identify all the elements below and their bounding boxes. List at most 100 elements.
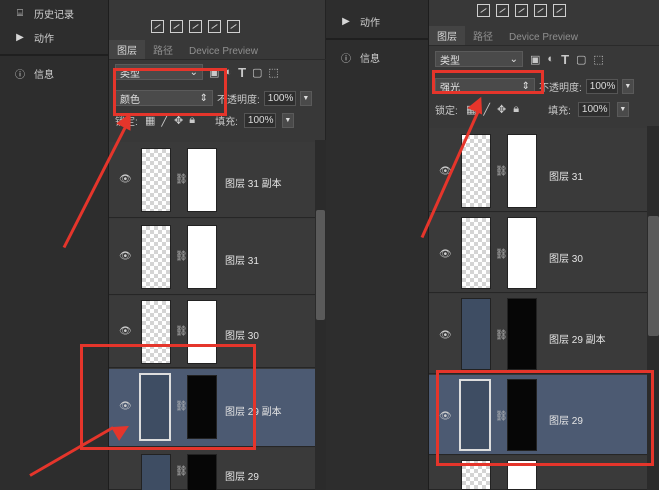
layer-row[interactable]: 👁︎ ⛓ 图层 31 — [429, 128, 647, 212]
sidebar-item-actions[interactable]: ▶ 动作 — [326, 10, 428, 32]
filter-adjust-icon[interactable]: ◐ — [547, 53, 554, 65]
layer-mask-thumbnail — [187, 225, 217, 289]
info-icon: ⓘ — [15, 69, 25, 81]
sidebar-divider — [326, 38, 428, 40]
adjust-icon[interactable] — [208, 20, 221, 33]
move-icon[interactable]: ✥ — [497, 103, 506, 116]
filter-shape-icon[interactable]: ▢ — [576, 53, 586, 66]
kind-filter-label: 类型 — [440, 55, 460, 67]
chevron-down-icon[interactable]: ▼ — [299, 90, 312, 106]
sidebar-item-label: 信息 — [360, 53, 380, 65]
link-icon[interactable]: ⛓ — [495, 249, 508, 260]
layer-row[interactable]: 👁︎ ⛓ 图层 31 — [109, 219, 315, 295]
fill-input[interactable]: 100% — [577, 102, 610, 117]
tab-layers[interactable]: 图层 — [429, 26, 465, 45]
fill-input[interactable]: 100% — [243, 113, 276, 128]
tab-device-preview[interactable]: Device Preview — [181, 44, 266, 59]
filter-shape-icon[interactable]: ▢ — [252, 66, 262, 79]
lock-label: 锁定: — [435, 106, 458, 117]
info-icon: ⓘ — [341, 53, 351, 65]
adjust-icon[interactable] — [553, 4, 566, 17]
layers-scrollbar[interactable] — [315, 140, 326, 490]
kind-filter-row: 类型 ⌄ ▣ ◐ T ▢ ⬚ — [435, 51, 604, 67]
adjust-icon[interactable] — [151, 20, 164, 33]
layer-thumbnail — [141, 225, 171, 289]
layer-name[interactable]: 图层 29 副本 — [549, 331, 606, 346]
layer-name[interactable]: 图层 31 副本 — [225, 175, 282, 190]
link-icon[interactable]: ⛓ — [175, 251, 188, 262]
link-icon[interactable]: ⛓ — [175, 174, 188, 185]
link-icon[interactable]: ⛓ — [495, 166, 508, 177]
sidebar-divider — [0, 54, 108, 56]
adjustment-toolbar — [151, 20, 240, 33]
layer-mask-thumbnail — [507, 217, 537, 289]
layer-name[interactable]: 图层 31 — [225, 252, 259, 267]
tab-device-preview[interactable]: Device Preview — [501, 30, 586, 45]
adjustment-toolbar — [477, 4, 566, 17]
link-icon[interactable]: ⛓ — [495, 330, 508, 341]
layer-thumbnail — [141, 148, 171, 212]
eye-icon[interactable]: 👁︎ — [119, 326, 132, 337]
lock-row: 锁定: ▦ ╱ ✥ 🔒︎ 填充: 100% ▼ — [435, 102, 629, 117]
sidebar-item-info[interactable]: ⓘ 信息 — [0, 62, 108, 84]
chevron-down-icon[interactable]: ▼ — [281, 113, 294, 128]
layer-name[interactable]: 图层 30 — [549, 250, 583, 265]
layer-mask-thumbnail — [507, 298, 537, 370]
annotation-box-selected-layer — [80, 344, 256, 450]
opacity-input[interactable]: 100% — [585, 78, 618, 94]
play-icon: ▶ — [342, 15, 350, 27]
opacity-input[interactable]: 100% — [263, 90, 296, 106]
filter-text-icon[interactable]: T — [561, 52, 569, 67]
history-icon: ⌸ — [17, 7, 23, 19]
sidebar-item-history[interactable]: ⌸ 历史记录 — [0, 2, 108, 24]
tab-layers[interactable]: 图层 — [109, 40, 145, 59]
link-icon[interactable]: ⛓ — [175, 466, 188, 477]
adjust-icon[interactable] — [170, 20, 183, 33]
layer-row[interactable]: 👁︎ ⛓ 图层 31 副本 — [109, 142, 315, 218]
filter-smart-icon[interactable]: ⬚ — [268, 66, 278, 79]
layer-row[interactable]: 👁︎ ⛓ 图层 29 副本 — [429, 294, 647, 374]
eye-icon[interactable]: 👁︎ — [439, 330, 452, 341]
eye-icon[interactable]: 👁︎ — [119, 251, 132, 262]
adjust-icon[interactable] — [227, 20, 240, 33]
kind-filter-dropdown[interactable]: 类型 ⌄ — [435, 51, 523, 67]
right-sidebar: ▶ 动作 ⓘ 信息 — [326, 0, 428, 490]
adjust-icon[interactable] — [515, 4, 528, 17]
adjust-icon[interactable] — [189, 20, 202, 33]
chevron-down-icon: ⌄ — [509, 53, 518, 65]
tab-paths[interactable]: 路径 — [145, 40, 181, 59]
link-icon[interactable]: ⛓ — [175, 326, 188, 337]
sidebar-item-info[interactable]: ⓘ 信息 — [326, 46, 428, 68]
layer-name[interactable]: 图层 29 — [225, 468, 259, 483]
adjust-icon[interactable] — [534, 4, 547, 17]
sidebar-item-actions[interactable]: ▶ 动作 — [0, 26, 108, 48]
adjust-icon[interactable] — [477, 4, 490, 17]
sidebar-item-label: 动作 — [34, 33, 54, 45]
sidebar-item-label: 信息 — [34, 69, 54, 81]
layer-thumbnail — [141, 454, 171, 490]
adjust-icon[interactable] — [496, 4, 509, 17]
scrollbar-thumb[interactable] — [316, 210, 325, 320]
sidebar-item-label: 动作 — [360, 17, 380, 29]
annotation-box-blend-mode — [113, 68, 227, 116]
eye-icon[interactable]: 👁︎ — [439, 249, 452, 260]
chevron-down-icon[interactable]: ▼ — [616, 102, 629, 117]
lock-icon[interactable]: 🔒︎ — [513, 103, 519, 116]
filter-image-icon[interactable]: ▣ — [530, 53, 540, 66]
layer-row[interactable]: ⛓ 图层 29 — [109, 448, 315, 490]
layer-thumbnail — [461, 134, 491, 208]
layer-mask-thumbnail — [507, 134, 537, 208]
layer-mask-thumbnail — [187, 148, 217, 212]
tab-paths[interactable]: 路径 — [465, 26, 501, 45]
filter-smart-icon[interactable]: ⬚ — [593, 53, 603, 66]
eye-icon[interactable]: 👁︎ — [119, 174, 132, 185]
layer-thumbnail — [461, 298, 491, 370]
layer-mask-thumbnail — [187, 454, 217, 490]
layer-name[interactable]: 图层 31 — [549, 168, 583, 183]
layer-row[interactable]: 👁︎ ⛓ 图层 30 — [429, 213, 647, 293]
chevron-down-icon[interactable]: ▼ — [621, 78, 634, 94]
filter-text-icon[interactable]: T — [238, 65, 246, 80]
scrollbar-thumb[interactable] — [648, 216, 659, 336]
annotation-box-selected-layer — [436, 370, 654, 466]
layer-name[interactable]: 图层 30 — [225, 327, 259, 342]
